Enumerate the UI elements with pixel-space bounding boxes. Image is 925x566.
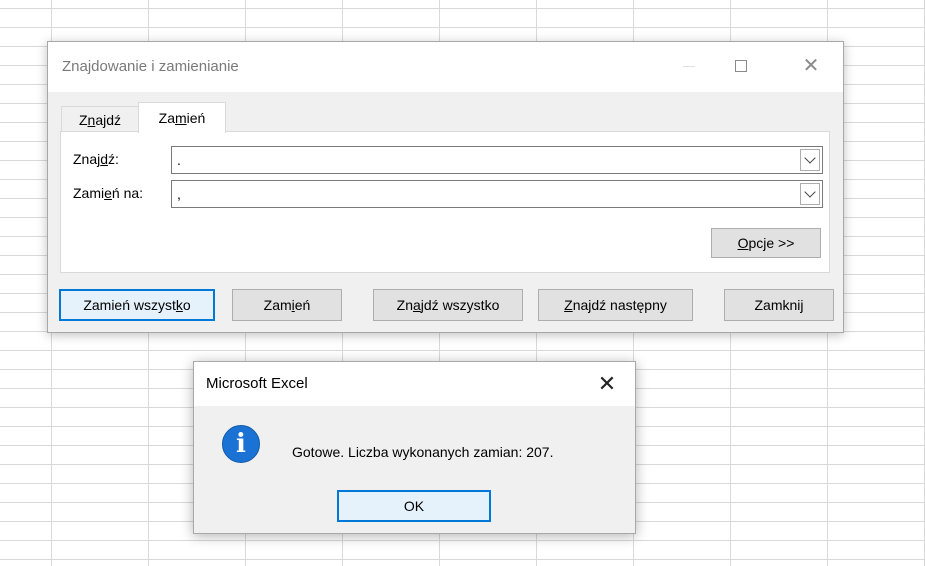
info-icon-glyph: i — [236, 429, 246, 459]
tab-label-part: ień — [186, 110, 206, 126]
find-what-input[interactable]: . — [177, 152, 181, 168]
find-all-button[interactable]: Zn a jdź wszystko — [373, 289, 523, 321]
replace-label: Zamień na: — [73, 185, 144, 201]
replace-dropdown-button[interactable] — [800, 183, 820, 205]
tab-label-accel: n — [87, 111, 96, 128]
options-button[interactable]: Opcje >> — [711, 228, 821, 258]
message-box: Microsoft Excel ✕ i Gotowe. Liczba wykon… — [193, 361, 636, 534]
close-button[interactable]: ✕ — [788, 50, 834, 82]
info-icon: i — [222, 425, 260, 463]
find-next-button[interactable]: Znajdź następny — [538, 289, 693, 321]
replace-with-combobox[interactable]: , — [171, 180, 823, 208]
find-replace-dialog: Znajdowanie i zamienianie ✕ Zn ajdź Za m ie… — [47, 41, 844, 333]
tab-label-part: Za — [158, 110, 175, 126]
dialog-titlebar[interactable]: Znajdowanie i zamienianie ✕ — [48, 42, 843, 92]
close-icon: ✕ — [597, 371, 617, 396]
tab-label-part: ajdź — [95, 111, 122, 128]
tab-label-part: Z — [78, 111, 88, 128]
minimize-icon — [683, 65, 695, 67]
tab-replace[interactable]: Za m ień — [138, 102, 226, 133]
ok-button[interactable]: OK — [337, 490, 491, 522]
replace-button[interactable]: Zam i eń — [232, 289, 342, 321]
maximize-button[interactable] — [718, 50, 764, 82]
tab-label-accel: m — [174, 110, 187, 126]
message-box-titlebar[interactable]: Microsoft Excel ✕ — [194, 362, 635, 406]
close-icon: ✕ — [802, 55, 820, 77]
chevron-down-icon — [804, 152, 816, 164]
find-label: Znajdź: — [73, 151, 119, 167]
replace-all-button[interactable]: Zamień wszyst k o — [59, 289, 215, 321]
message-box-title: Microsoft Excel — [206, 375, 308, 392]
message-text: Gotowe. Liczba wykonanych zamian: 207. — [292, 444, 554, 460]
close-dialog-button[interactable]: Zamknij — [724, 289, 834, 321]
find-what-combobox[interactable]: . — [171, 146, 823, 174]
find-dropdown-button[interactable] — [800, 149, 820, 171]
chevron-down-icon — [804, 186, 816, 198]
dialog-title: Znajdowanie i zamienianie — [62, 58, 239, 75]
maximize-icon — [735, 60, 747, 72]
message-box-close-button[interactable]: ✕ — [587, 368, 627, 400]
tab-find[interactable]: Zn ajdź — [61, 106, 139, 132]
replace-with-input[interactable]: , — [177, 186, 181, 202]
minimize-button — [666, 50, 712, 82]
replace-tab-panel: Znajdź: . Zamień na: , Opcje >> — [60, 131, 830, 273]
